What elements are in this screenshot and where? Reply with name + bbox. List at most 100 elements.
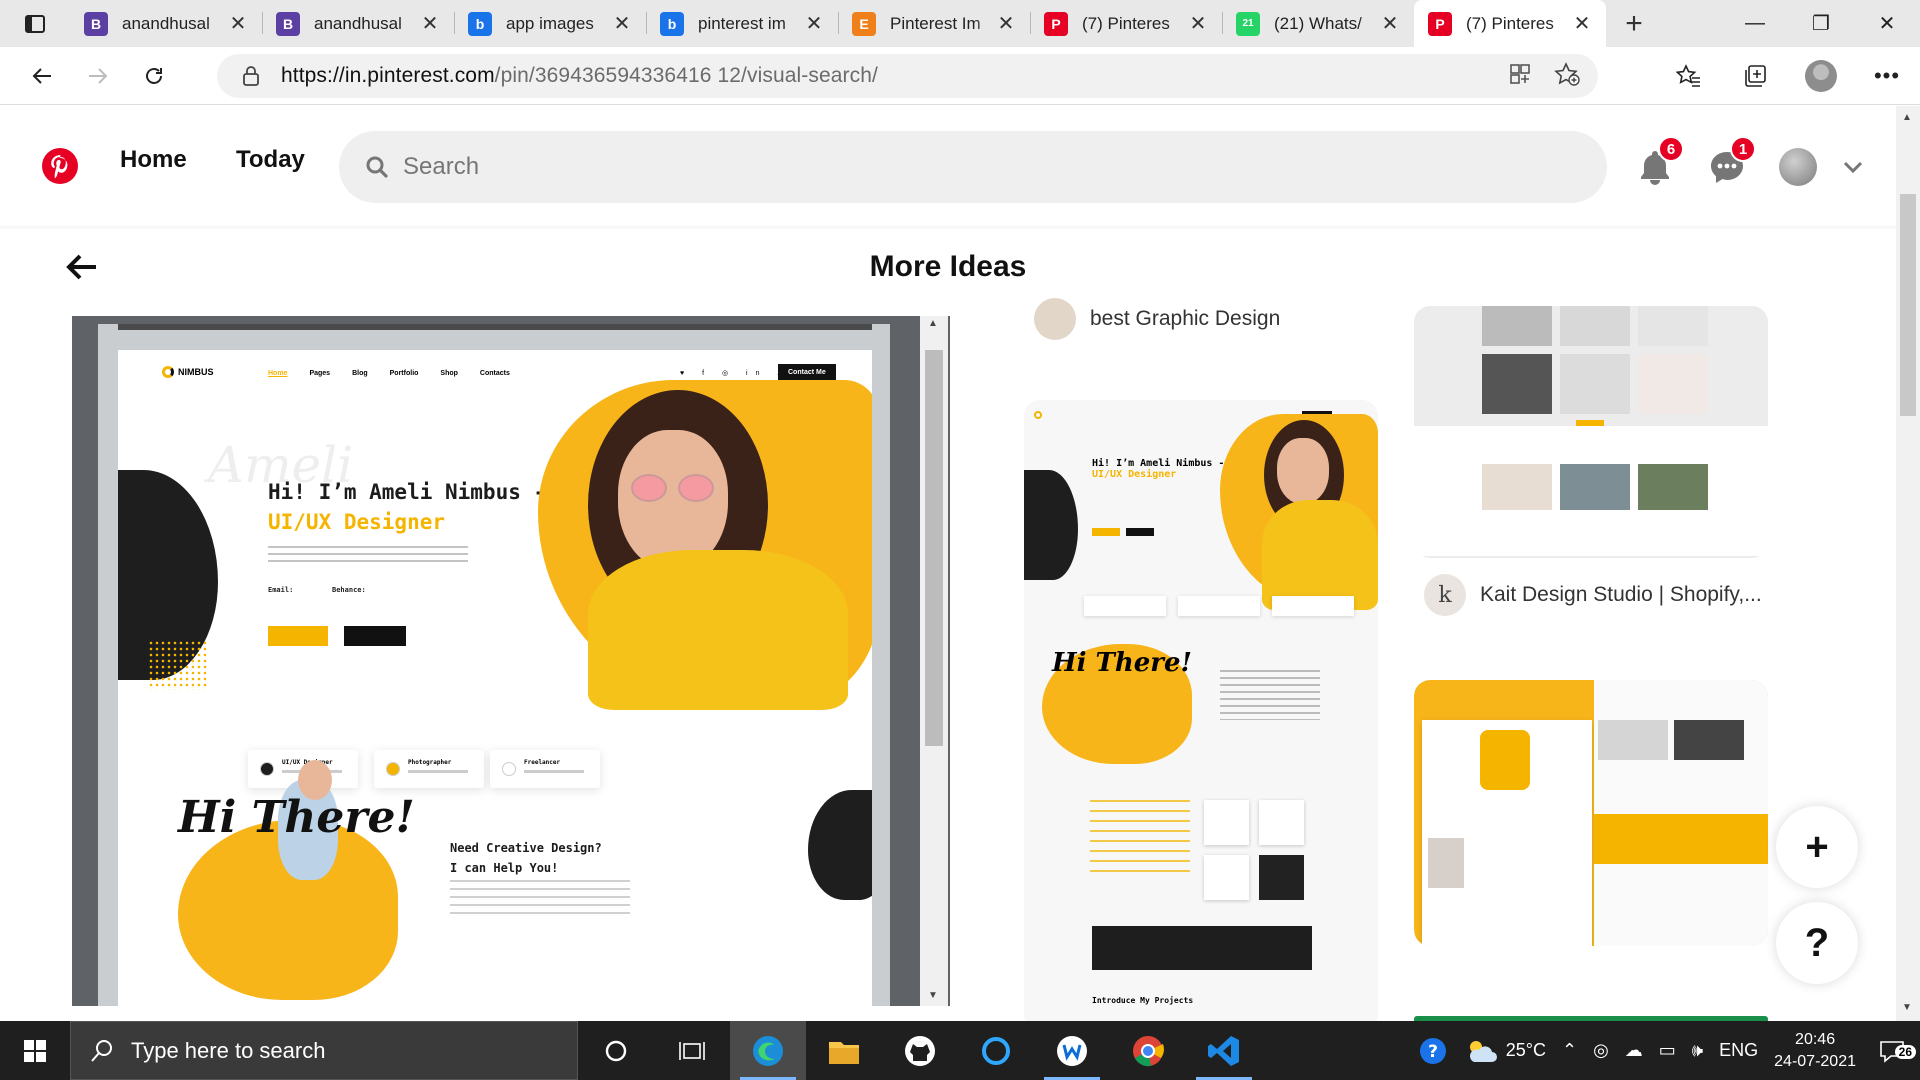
tab-close-icon[interactable]: ✕: [804, 11, 824, 36]
thumb-headline: Hi! I’m Ameli Nimbus - UI/UX Designer: [1092, 458, 1224, 480]
today-link[interactable]: Today: [236, 146, 305, 174]
page-scrollbar[interactable]: ▲ ▼: [1896, 106, 1920, 1021]
related-pin-title-row[interactable]: best Graphic Design: [1034, 298, 1280, 340]
browser-tab[interactable]: Banandhusal ✕: [262, 0, 454, 47]
search-bar[interactable]: [339, 131, 1607, 203]
nimbus-nav-link: Pages: [309, 370, 331, 377]
edge-taskbar-icon[interactable]: [730, 1021, 806, 1080]
forward-button[interactable]: [70, 56, 126, 96]
help-tray-icon[interactable]: ?: [1410, 1036, 1456, 1066]
tab-title: anandhusal: [122, 13, 210, 33]
close-window-button[interactable]: ✕: [1854, 0, 1920, 47]
pin-image-scrollbar[interactable]: ▲ ▼: [920, 316, 948, 1006]
need-paragraph-lines: [450, 880, 630, 920]
scroll-down-arrow-icon[interactable]: ▼: [1902, 1002, 1912, 1013]
collections-icon[interactable]: [1722, 63, 1788, 89]
need-creative-heading: Need Creative Design? I can Help You!: [450, 838, 602, 878]
user-avatar[interactable]: [1779, 148, 1817, 186]
browser-tab[interactable]: b app images ✕: [454, 0, 646, 47]
nimbus-logo: NIMBUS: [162, 366, 214, 378]
browser-tab[interactable]: P (7) Pinteres ✕: [1414, 0, 1606, 47]
url-host: https://in.pinterest.com: [281, 64, 495, 87]
add-favorite-icon[interactable]: [1554, 61, 1580, 91]
portfolio-cta-band: [1594, 814, 1768, 864]
messages-button[interactable]: 1: [1704, 136, 1756, 190]
word-like-app-icon[interactable]: [1034, 1021, 1110, 1080]
battery-icon[interactable]: ▭: [1651, 1040, 1684, 1061]
favorites-icon[interactable]: [1656, 64, 1722, 88]
tab-close-icon[interactable]: ✕: [996, 11, 1016, 36]
browser-tab[interactable]: P (7) Pinteres ✕: [1030, 0, 1222, 47]
chrome-icon[interactable]: [1110, 1021, 1186, 1080]
windows-taskbar: ? 25°C ⌃ ◎ ☁ ▭ 🕪 ENG 20:46 24-07-2021 26: [0, 1021, 1920, 1080]
language-indicator[interactable]: ENG: [1711, 1040, 1766, 1061]
browser-tab[interactable]: Banandhusal ✕: [70, 0, 262, 47]
scroll-up-arrow-icon[interactable]: ▲: [1902, 112, 1912, 123]
action-center-button[interactable]: 26: [1864, 1039, 1920, 1063]
browser-tab[interactable]: b pinterest im ✕: [646, 0, 838, 47]
back-arrow-icon[interactable]: [64, 250, 98, 284]
related-pin-card-gallery[interactable]: [1414, 306, 1768, 558]
tab-close-icon[interactable]: ✕: [612, 11, 632, 36]
github-desktop-icon[interactable]: [882, 1021, 958, 1080]
add-pin-button[interactable]: +: [1776, 806, 1858, 888]
vscode-icon[interactable]: [1186, 1021, 1262, 1080]
onedrive-cloud-icon[interactable]: ☁: [1617, 1040, 1651, 1061]
cortana-circle-icon[interactable]: [958, 1021, 1034, 1080]
browser-tab[interactable]: E Pinterest Im ✕: [838, 0, 1030, 47]
volume-icon[interactable]: 🕪: [1684, 1040, 1711, 1061]
browser-tab[interactable]: 21 (21) Whats/ ✕: [1222, 0, 1414, 47]
related-pin-card-portfolio[interactable]: [1414, 680, 1768, 946]
file-explorer-icon[interactable]: [806, 1021, 882, 1080]
thumb-btn-2: [1126, 528, 1154, 536]
taskbar-search-input[interactable]: [131, 1037, 551, 1064]
pin-scroll-thumb[interactable]: [925, 350, 943, 746]
show-hidden-icons-chevron-icon[interactable]: ⌃: [1554, 1040, 1585, 1061]
tab-close-icon[interactable]: ✕: [420, 11, 440, 36]
refresh-button[interactable]: [126, 56, 182, 96]
related-pin-avatar: [1034, 298, 1076, 340]
cortana-button[interactable]: [578, 1021, 654, 1080]
weather-widget[interactable]: 25°C: [1456, 1036, 1554, 1066]
hero-woman-face: [618, 430, 728, 570]
related-pin-card-nimbus[interactable]: Hi! I’m Ameli Nimbus - UI/UX Designer Hi …: [1024, 400, 1378, 1030]
related-pin-title-row-kait[interactable]: k Kait Design Studio | Shopify,...: [1424, 574, 1762, 616]
tab-close-icon[interactable]: ✕: [228, 11, 248, 36]
kait-avatar: k: [1424, 574, 1466, 616]
nimbus-nav-link: Portfolio: [389, 370, 419, 377]
tab-actions-menu-icon[interactable]: [0, 0, 70, 47]
pinterest-logo-icon[interactable]: [41, 147, 79, 185]
new-tab-button[interactable]: +: [1606, 0, 1662, 47]
task-view-button[interactable]: [654, 1021, 730, 1080]
profile-avatar[interactable]: [1788, 60, 1854, 92]
lock-icon[interactable]: [237, 65, 265, 87]
meet-now-icon[interactable]: ◎: [1585, 1040, 1617, 1061]
app-available-icon[interactable]: [1508, 62, 1532, 91]
tab-favicon-icon: P: [1428, 11, 1452, 36]
pin-scroll-down-icon[interactable]: ▼: [928, 990, 938, 1001]
maximize-button[interactable]: ❐: [1788, 0, 1854, 47]
tab-close-icon[interactable]: ✕: [1380, 11, 1400, 36]
main-pin-image[interactable]: NIMBUS Home Pages Blog Portfolio Shop Contact…: [72, 316, 950, 1006]
clock[interactable]: 20:46 24-07-2021: [1766, 1029, 1864, 1073]
url-text[interactable]: https://in.pinterest.com/pin/36943659433…: [281, 64, 878, 88]
tab-close-icon[interactable]: ✕: [1188, 11, 1208, 36]
help-button[interactable]: ?: [1776, 902, 1858, 984]
tab-title: (7) Pinteres: [1082, 13, 1170, 33]
hero-paragraph-lines: [268, 546, 468, 566]
account-menu-chevron-down-icon[interactable]: [1830, 144, 1876, 190]
taskbar-search-box[interactable]: [70, 1021, 578, 1080]
tab-close-icon[interactable]: ✕: [1572, 11, 1592, 36]
address-bar[interactable]: https://in.pinterest.com/pin/36943659433…: [217, 54, 1598, 98]
page-scroll-thumb[interactable]: [1900, 194, 1916, 416]
decorative-dots: [148, 640, 208, 690]
search-input[interactable]: [403, 153, 1503, 181]
settings-more-icon[interactable]: •••: [1854, 63, 1920, 89]
notifications-button[interactable]: 6: [1632, 136, 1684, 190]
minimize-button[interactable]: —: [1722, 0, 1788, 47]
pin-scroll-up-icon[interactable]: ▲: [928, 318, 938, 329]
windows-start-button[interactable]: [0, 1021, 70, 1080]
home-link[interactable]: Home: [120, 146, 187, 174]
hero-role: UI/UX Designer: [268, 510, 446, 534]
back-button[interactable]: [14, 56, 70, 96]
